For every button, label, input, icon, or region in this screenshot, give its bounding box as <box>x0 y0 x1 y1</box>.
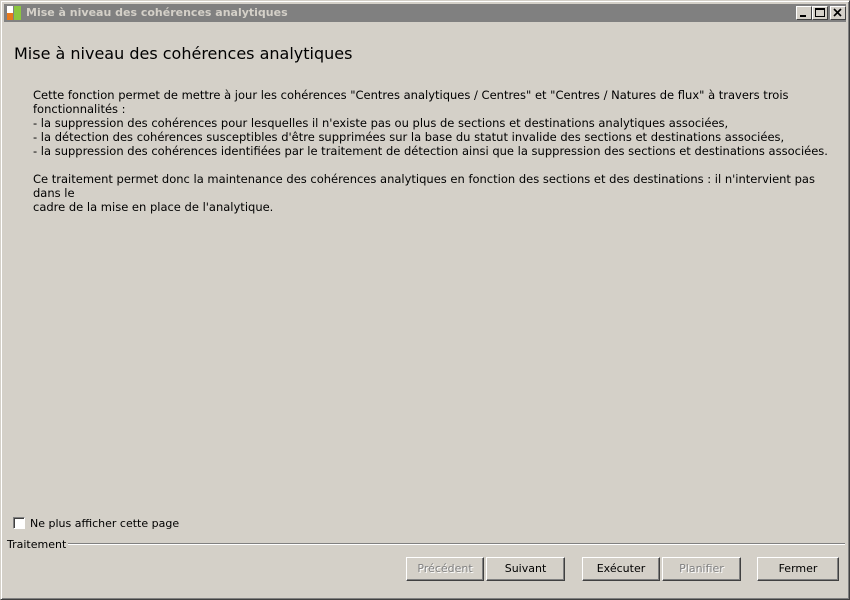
hide-page-checkbox[interactable] <box>13 517 25 529</box>
treatment-group-divider <box>61 543 845 545</box>
description-line: - la suppression des cohérences identifi… <box>33 144 828 158</box>
main-window: Mise à niveau des cohérences analytiques… <box>0 0 850 600</box>
description-line: Cette fonction permet de mettre à jour l… <box>33 88 789 102</box>
maximize-button[interactable] <box>812 6 828 20</box>
next-button[interactable]: Suivant <box>486 557 565 581</box>
close-window-button[interactable] <box>830 6 846 20</box>
description-line: - la suppression des cohérences pour les… <box>33 116 729 130</box>
minimize-button[interactable] <box>796 6 812 20</box>
close-button[interactable]: Fermer <box>757 557 839 581</box>
description: Cette fonction permet de mettre à jour l… <box>33 88 833 214</box>
close-icon <box>833 8 842 17</box>
description-line: cadre de la mise en place de l'analytiqu… <box>33 200 274 214</box>
title-bar[interactable]: Mise à niveau des cohérences analytiques <box>4 4 846 22</box>
description-line: Ce traitement permet donc la maintenance… <box>33 172 815 200</box>
maximize-icon <box>815 8 825 17</box>
schedule-button[interactable]: Planifier <box>662 557 741 581</box>
minimize-icon <box>800 15 806 17</box>
window-title: Mise à niveau des cohérences analytiques <box>26 6 288 19</box>
page-title: Mise à niveau des cohérences analytiques <box>14 44 353 63</box>
description-line: fonctionnalités : <box>33 102 126 116</box>
hide-page-label[interactable]: Ne plus afficher cette page <box>30 517 179 531</box>
execute-button[interactable]: Exécuter <box>582 557 660 581</box>
description-line: - la détection des cohérences susceptibl… <box>33 130 785 144</box>
app-icon <box>6 5 22 21</box>
treatment-group-label: Traitement <box>7 538 69 551</box>
previous-button[interactable]: Précédent <box>406 557 484 581</box>
